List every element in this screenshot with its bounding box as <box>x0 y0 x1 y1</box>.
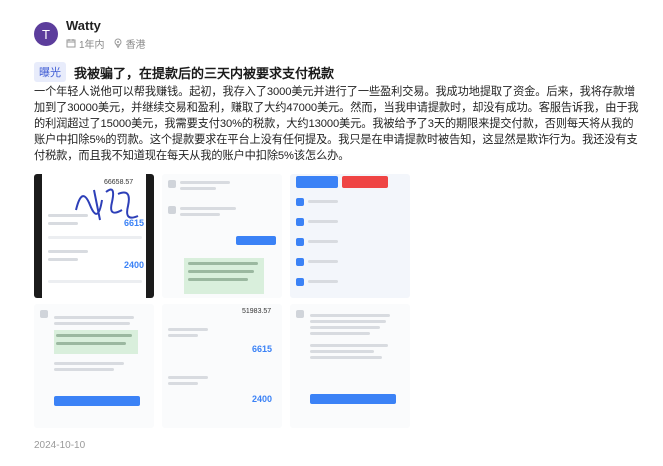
balance-amount: 51983.57 <box>242 308 272 315</box>
location-icon <box>113 38 123 48</box>
amount-2400-b: 2400 <box>252 394 273 404</box>
post-body: 一个年轻人说他可以帮我赚钱。起初，我存入了3000美元并进行了一些盈利交易。我成… <box>34 86 639 162</box>
username[interactable]: Watty <box>66 18 146 33</box>
image-gallery: 66658.57 6615 2400 51983.57 6615 2400 <box>34 174 410 428</box>
title-row: 曝光 我被骗了，在提款后的三天内被要求支付税款 <box>34 62 334 82</box>
amount-6615: 6615 <box>124 218 145 228</box>
post-title: 我被骗了，在提款后的三天内被要求支付税款 <box>74 65 335 81</box>
category-tag[interactable]: 曝光 <box>34 62 66 82</box>
amount-6615-b: 6615 <box>252 344 273 354</box>
post-time-ago: 1年内 <box>79 39 105 51</box>
calendar-icon <box>66 38 76 48</box>
top-amount: 66658.57 <box>104 179 134 186</box>
phone-screenshot: 66658.57 6615 2400 <box>42 174 146 298</box>
gallery-image-4[interactable] <box>34 304 154 428</box>
gallery-image-1[interactable]: 66658.57 6615 2400 <box>34 174 154 298</box>
avatar[interactable]: T <box>34 22 58 46</box>
author-meta: Watty 1年内 香港 <box>66 18 146 51</box>
post-location: 香港 <box>125 39 146 51</box>
gallery-image-5[interactable]: 51983.57 6615 2400 <box>162 304 282 428</box>
post-date: 2024-10-10 <box>34 440 86 451</box>
post-header: T Watty 1年内 香港 <box>34 16 146 52</box>
gallery-image-6[interactable] <box>290 304 410 428</box>
meta-row: 1年内 香港 <box>66 36 146 51</box>
gallery-image-3[interactable] <box>290 174 410 298</box>
amount-2400: 2400 <box>124 260 145 270</box>
gallery-image-2[interactable] <box>162 174 282 298</box>
